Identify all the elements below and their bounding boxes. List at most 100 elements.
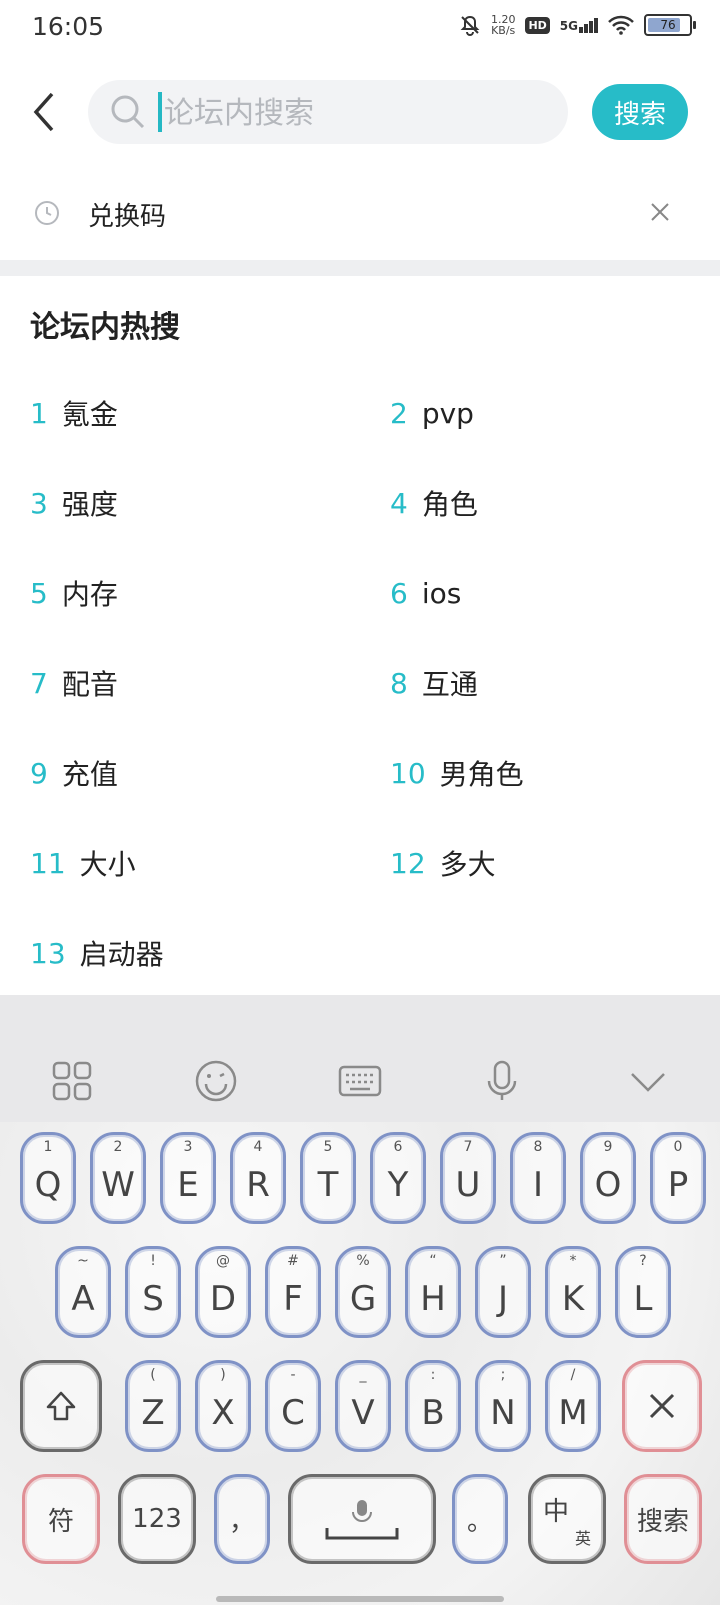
hot-keyword: 氪金	[61, 398, 118, 431]
key-l[interactable]: ? L	[615, 1246, 671, 1338]
space-microphone-icon	[325, 1500, 399, 1540]
lang-main-label: 中	[543, 1497, 570, 1527]
key-e[interactable]: 3E	[160, 1132, 216, 1224]
key-u[interactable]: 7U	[440, 1132, 496, 1224]
rank-number: 1	[30, 396, 48, 430]
hot-search-item[interactable]: 12 多大	[390, 838, 496, 888]
wifi-icon	[608, 15, 634, 35]
key-v[interactable]: _ V	[335, 1360, 391, 1452]
comma-key[interactable]: ，	[214, 1474, 270, 1564]
keyboard: 1Q 2W 3E 4R 5T 6Y 7U 8I 9O 0P ~ A ! S @ D #…	[0, 1122, 720, 1605]
delete-key[interactable]	[622, 1360, 702, 1452]
key-c[interactable]: -C	[265, 1360, 321, 1452]
hot-search-title: 论坛内热搜	[30, 310, 180, 345]
rank-number: 10	[390, 756, 426, 790]
key-f[interactable]: # F	[265, 1246, 321, 1338]
rank-number: 6	[390, 576, 408, 610]
hot-keyword: pvp	[421, 396, 474, 430]
apps-grid-icon[interactable]	[50, 1059, 94, 1103]
hot-search-item[interactable]: 2 pvp	[390, 388, 474, 438]
hot-search-item[interactable]: 11 大小	[30, 838, 136, 888]
emoji-icon[interactable]	[194, 1059, 238, 1103]
key-h[interactable]: “H	[405, 1246, 461, 1338]
hot-keyword: 多大	[439, 848, 496, 881]
microphone-icon[interactable]	[480, 1059, 524, 1103]
keyboard-toolbar	[0, 995, 720, 1122]
key-r[interactable]: 4R	[230, 1132, 286, 1224]
mute-notification-icon	[460, 15, 480, 36]
key-s[interactable]: ! S	[125, 1246, 181, 1338]
status-icons: 1.20 KB/s HD 5G 76	[459, 13, 696, 37]
shift-key[interactable]	[20, 1360, 102, 1452]
network-speed: 1.20 KB/s	[490, 13, 516, 37]
back-arrow-icon[interactable]	[30, 90, 60, 134]
hot-search-item[interactable]: 6 ios	[390, 568, 461, 618]
rank-number: 2	[390, 396, 408, 430]
key-k[interactable]: * K	[545, 1246, 601, 1338]
key-a[interactable]: ~ A	[55, 1246, 111, 1338]
key-w[interactable]: 2W	[90, 1132, 146, 1224]
symbols-key[interactable]: 符	[22, 1474, 100, 1564]
hot-search-item[interactable]: 8 互通	[390, 658, 478, 708]
space-key[interactable]	[288, 1474, 436, 1564]
rank-number: 4	[390, 486, 408, 520]
hot-keyword: 内存	[61, 578, 118, 611]
key-m[interactable]: / M	[545, 1360, 601, 1452]
hot-keyword: 配音	[61, 668, 118, 701]
hot-keyword: 充值	[61, 758, 118, 791]
key-y[interactable]: 6Y	[370, 1132, 426, 1224]
hot-keyword: ios	[421, 576, 462, 610]
hot-keyword: 角色	[421, 488, 478, 521]
key-q[interactable]: 1Q	[20, 1132, 76, 1224]
key-t[interactable]: 5T	[300, 1132, 356, 1224]
rank-number: 5	[30, 576, 48, 610]
search-box[interactable]	[88, 80, 568, 144]
key-x[interactable]: ) X	[195, 1360, 251, 1452]
search-history-item[interactable]: 兑换码	[0, 176, 720, 256]
language-switch-key[interactable]: 中 英	[528, 1474, 606, 1564]
hd-badge: HD	[525, 16, 550, 34]
hot-search-item[interactable]: 9 充值	[30, 748, 118, 798]
rank-number: 3	[30, 486, 48, 520]
hot-keyword: 启动器	[79, 938, 164, 971]
search-icon	[111, 95, 145, 129]
hot-keyword: 大小	[79, 848, 136, 881]
hot-search-item[interactable]: 1 氪金	[30, 388, 118, 438]
key-z[interactable]: (Z	[125, 1360, 181, 1452]
search-button[interactable]: 搜索	[592, 84, 688, 140]
key-b[interactable]: :B	[405, 1360, 461, 1452]
keyboard-icon[interactable]	[338, 1059, 382, 1103]
rank-number: 12	[390, 846, 426, 880]
key-g[interactable]: % G	[335, 1246, 391, 1338]
shift-arrow-icon	[46, 1391, 76, 1421]
hot-search-item[interactable]: 10 男角色	[390, 748, 524, 798]
close-icon[interactable]	[648, 200, 672, 224]
key-j[interactable]: ” J	[475, 1246, 531, 1338]
period-key[interactable]: 。	[452, 1474, 508, 1564]
hot-search-item[interactable]: 5 内存	[30, 568, 118, 618]
rank-number: 8	[390, 666, 408, 700]
hot-search-item[interactable]: 4 角色	[390, 478, 478, 528]
rank-number: 13	[30, 936, 66, 970]
key-i[interactable]: 8I	[510, 1132, 566, 1224]
delete-x-icon	[649, 1393, 675, 1419]
history-keyword: 兑换码	[88, 202, 167, 232]
key-d[interactable]: @ D	[195, 1246, 251, 1338]
search-header: 搜索	[0, 76, 720, 148]
clock-icon	[35, 201, 59, 225]
numbers-key[interactable]: 123	[118, 1474, 196, 1564]
hot-search-item[interactable]: 7 配音	[30, 658, 118, 708]
hot-search-item[interactable]: 3 强度	[30, 478, 118, 528]
key-n[interactable]: ; N	[475, 1360, 531, 1452]
hot-keyword: 强度	[61, 488, 118, 521]
chevron-down-icon[interactable]	[626, 1059, 670, 1103]
rank-number: 7	[30, 666, 48, 700]
key-o[interactable]: 9O	[580, 1132, 636, 1224]
enter-search-key[interactable]: 搜索	[624, 1474, 702, 1564]
hot-search-item[interactable]: 13 启动器	[30, 928, 164, 978]
hot-keyword: 男角色	[439, 758, 524, 791]
key-p[interactable]: 0P	[650, 1132, 706, 1224]
cellular-signal-icon: 5G	[560, 17, 598, 33]
home-indicator[interactable]	[216, 1596, 504, 1602]
search-input[interactable]	[162, 88, 546, 138]
